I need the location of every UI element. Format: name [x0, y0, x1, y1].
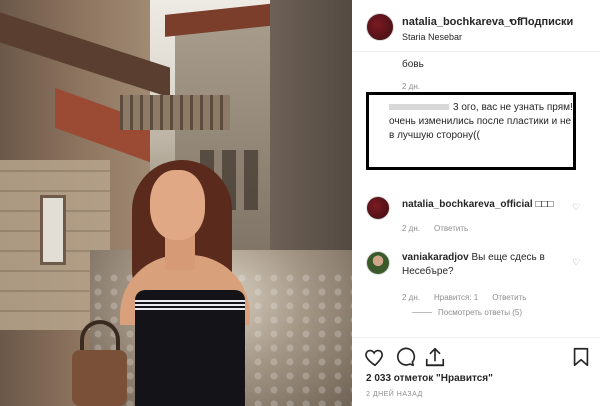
- post-photo[interactable]: [0, 0, 352, 406]
- photo-handbag: [72, 350, 127, 406]
- comment-likes-count[interactable]: Нравится: 1: [434, 293, 478, 302]
- comment-meta: 2 дн. Нравится: 1 Ответить: [402, 293, 540, 302]
- view-replies-line: [412, 312, 432, 314]
- separator-dot: •: [509, 15, 513, 27]
- share-icon[interactable]: [424, 346, 446, 368]
- bookmark-icon[interactable]: [570, 346, 592, 368]
- author-avatar[interactable]: [366, 13, 394, 41]
- highlighted-comment-box: 3 ого, вас не узнать прям! очень изменил…: [366, 92, 576, 170]
- comment-text: □□□: [532, 199, 554, 210]
- comment-username[interactable]: natalia_bochkareva_official: [402, 199, 533, 210]
- post-timestamp: 2 ДНЕЙ НАЗАД: [366, 391, 423, 398]
- blurred-username: [389, 104, 449, 111]
- post-header: natalia_bochkareva_of • Подписки Staria …: [352, 0, 600, 52]
- likes-count[interactable]: 2 033 отметок "Нравится": [366, 373, 493, 384]
- highlighted-comment: 3 ого, вас не узнать прям! очень изменил…: [389, 101, 574, 143]
- comment-reply-link[interactable]: Ответить: [434, 224, 468, 233]
- comment-meta: 2 дн. Ответить: [402, 224, 482, 233]
- view-replies-label[interactable]: Посмотреть ответы (5): [438, 308, 522, 317]
- comment-time: 2 дн.: [402, 293, 420, 302]
- comment-icon[interactable]: [394, 346, 416, 368]
- comment-body: vaniakaradjov Вы еще сдесь в Несебъре?: [402, 251, 567, 279]
- comment-reply-link[interactable]: Ответить: [492, 293, 526, 302]
- following-button[interactable]: Подписки: [520, 16, 573, 28]
- comment-avatar[interactable]: [366, 251, 390, 275]
- comment-fragment-text: бовь: [402, 59, 424, 70]
- comment-like-icon[interactable]: ♡: [572, 202, 580, 213]
- comments-list[interactable]: бовь 2 дн. 3 ого, вас не узнать прям! оч…: [352, 52, 600, 337]
- comment-time: 2 дн.: [402, 224, 420, 233]
- photo-door: [40, 195, 66, 265]
- comment-like-icon[interactable]: ♡: [572, 257, 580, 268]
- photo-balcony: [120, 95, 230, 130]
- post-side-panel: natalia_bochkareva_of • Подписки Staria …: [352, 0, 600, 406]
- comment-avatar[interactable]: [366, 196, 390, 220]
- comment-body: natalia_bochkareva_official □□□: [402, 198, 567, 212]
- photo-dress-stripe: [135, 300, 245, 310]
- post-actions-bar: [352, 337, 600, 369]
- post-location[interactable]: Staria Nesebar: [402, 32, 462, 42]
- photo-woman-face: [150, 170, 205, 240]
- comment-username[interactable]: vaniakaradjov: [402, 252, 469, 263]
- heart-icon[interactable]: [364, 346, 386, 368]
- author-username[interactable]: natalia_bochkareva_of: [402, 16, 521, 28]
- comment-fragment-meta: 2 дн.: [402, 82, 420, 91]
- view-replies-link[interactable]: Посмотреть ответы (5): [412, 308, 522, 317]
